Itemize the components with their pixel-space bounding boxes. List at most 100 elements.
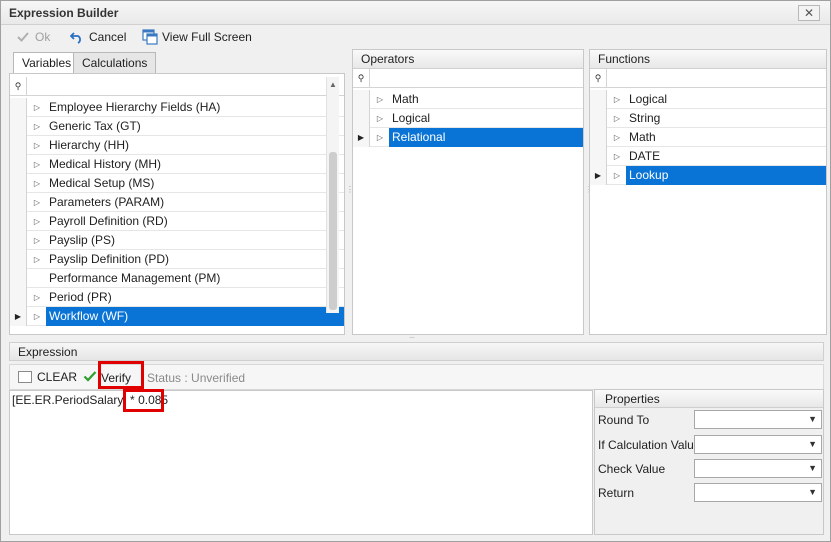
expand-arrow-icon[interactable]: ▷ (30, 250, 44, 269)
variable-tree-item[interactable]: ▷ Employee Hierarchy Fields (HA) (10, 98, 344, 117)
variable-tree-item[interactable]: ▷ Parameters (PARAM) (10, 193, 344, 212)
row-indicator (353, 90, 370, 109)
variable-tree-item-label: Hierarchy (HH) (49, 138, 130, 152)
variables-filter-row[interactable]: ⚲ (10, 77, 344, 96)
variable-tree-item[interactable]: ▷ Generic Tax (GT) (10, 117, 344, 136)
variable-tree-item[interactable]: ▷ Medical Setup (MS) (10, 174, 344, 193)
variable-tree-item-label: Payslip Definition (PD) (49, 252, 170, 266)
operator-tree-item-label: Logical (392, 111, 431, 125)
row-indicator (590, 147, 607, 166)
tab-calculations[interactable]: Calculations (73, 52, 157, 73)
variable-tree-item-label: Period (PR) (49, 290, 112, 304)
filter-pin-icon: ⚲ (590, 69, 607, 87)
ok-button[interactable]: Ok (15, 28, 50, 46)
variable-tree-item-label: Generic Tax (GT) (49, 119, 141, 133)
row-indicator (353, 109, 370, 128)
variable-tree-item[interactable]: ▶ ▷ Workflow (WF) (10, 307, 344, 326)
expand-arrow-icon[interactable]: ▷ (30, 231, 44, 250)
variable-tree-item-label: Parameters (PARAM) (49, 195, 165, 209)
row-indicator (590, 90, 607, 109)
expand-arrow-icon[interactable]: ▷ (373, 109, 387, 128)
operators-filter-row[interactable]: ⚲ (353, 69, 583, 88)
function-tree-item-label: Lookup (626, 166, 826, 185)
operator-tree-item-label: Relational (389, 128, 583, 147)
function-tree-item-label: String (629, 111, 661, 125)
variable-tree-item[interactable]: ▷ Payslip Definition (PD) (10, 250, 344, 269)
expand-arrow-icon[interactable]: ▷ (373, 90, 387, 109)
expression-header-label: Expression (18, 345, 78, 359)
cancel-button[interactable]: Cancel (69, 28, 126, 46)
view-full-screen-button[interactable]: View Full Screen (142, 28, 252, 46)
view-full-screen-label: View Full Screen (162, 30, 252, 44)
close-button[interactable]: ✕ (798, 5, 820, 21)
round-to-select[interactable]: ▼ (694, 410, 822, 429)
function-tree-item[interactable]: ▶ ▷ Lookup (590, 166, 826, 185)
expand-arrow-icon[interactable]: ▷ (30, 288, 44, 307)
operator-tree-item[interactable]: ▷ Logical (353, 109, 583, 128)
expand-arrow-icon[interactable]: ▷ (610, 109, 624, 128)
expand-arrow-icon[interactable]: ▷ (30, 212, 44, 231)
return-select[interactable]: ▼ (694, 483, 822, 502)
expand-arrow-icon[interactable]: ▷ (30, 117, 44, 136)
variables-scrollbar[interactable]: ▲ (326, 77, 339, 313)
value-highlight-box (123, 389, 164, 412)
expand-arrow-icon[interactable]: ▷ (610, 128, 624, 147)
expand-arrow-icon[interactable]: ▷ (610, 166, 624, 185)
expand-arrow-icon[interactable]: ▷ (610, 90, 624, 109)
row-indicator (10, 250, 27, 269)
check-value-select[interactable]: ▼ (694, 459, 822, 478)
expand-arrow-icon[interactable]: ▷ (30, 155, 44, 174)
clear-icon (18, 371, 32, 383)
variable-tree-item[interactable]: Performance Management (PM) (10, 269, 344, 288)
expression-header: Expression (9, 342, 824, 361)
functions-filter-row[interactable]: ⚲ (590, 69, 826, 88)
tab-variables-label: Variables (22, 56, 72, 70)
dropdown-arrow-icon: ▼ (808, 487, 817, 497)
row-indicator (10, 288, 27, 307)
function-tree-item-label: DATE (629, 149, 661, 163)
cancel-label: Cancel (89, 30, 127, 44)
expand-arrow-icon[interactable]: ▷ (30, 174, 44, 193)
operator-tree-item[interactable]: ▷ Math (353, 90, 583, 109)
function-tree-item[interactable]: ▷ Math (590, 128, 826, 147)
function-tree-item-label: Math (629, 130, 656, 144)
operator-tree-item[interactable]: ▶ ▷ Relational (353, 128, 583, 147)
undo-icon (69, 29, 85, 45)
variable-tree-item[interactable]: ▷ Medical History (MH) (10, 155, 344, 174)
variables-panel: ⚲ ▷ Employee Hierarchy Fields (HA) ▷ Generi… (9, 73, 345, 335)
window-title: Expression Builder (9, 6, 119, 20)
vertical-splitter[interactable]: ⋮ (346, 185, 354, 195)
variable-tree-item-label: Performance Management (PM) (49, 271, 221, 285)
variable-tree-item[interactable]: ▷ Period (PR) (10, 288, 344, 307)
function-tree-item-label: Logical (629, 92, 668, 106)
expand-arrow-icon[interactable]: ▷ (30, 98, 44, 117)
variable-tree-item[interactable]: ▷ Payroll Definition (RD) (10, 212, 344, 231)
expand-arrow-icon[interactable]: ▷ (30, 136, 44, 155)
if-calculation-value-select[interactable]: ▼ (694, 435, 822, 454)
expand-arrow-icon[interactable]: ▷ (610, 147, 624, 166)
title-bar: Expression Builder ✕ (1, 1, 830, 25)
expand-arrow-icon[interactable]: ▷ (373, 128, 387, 147)
clear-button[interactable]: CLEAR (18, 370, 77, 384)
variable-tree-item-label: Medical Setup (MS) (49, 176, 155, 190)
variable-tree-item[interactable]: ▷ Payslip (PS) (10, 231, 344, 250)
round-to-label: Round To (598, 413, 650, 427)
expand-arrow-icon[interactable]: ▷ (30, 193, 44, 212)
function-tree-item[interactable]: ▷ DATE (590, 147, 826, 166)
variable-tree-item-label: Payslip (PS) (49, 233, 116, 247)
horizontal-splitter[interactable]: ····· (409, 335, 429, 341)
tab-variables[interactable]: Variables (13, 52, 81, 74)
scroll-thumb[interactable] (329, 152, 337, 310)
function-tree-item[interactable]: ▷ Logical (590, 90, 826, 109)
variable-tree-item[interactable]: ▷ Hierarchy (HH) (10, 136, 344, 155)
row-indicator (10, 231, 27, 250)
expand-arrow-icon[interactable]: ▷ (30, 307, 44, 326)
verify-check-icon (83, 370, 97, 386)
window-icon (142, 29, 158, 45)
row-indicator (590, 128, 607, 147)
function-tree-item[interactable]: ▷ String (590, 109, 826, 128)
return-label: Return (598, 486, 635, 500)
current-row-indicator-icon: ▶ (590, 166, 607, 185)
expression-editor[interactable]: [EE.ER.PeriodSalary] * 0.085 (9, 390, 593, 535)
scroll-up-arrow-icon[interactable]: ▲ (327, 79, 339, 89)
